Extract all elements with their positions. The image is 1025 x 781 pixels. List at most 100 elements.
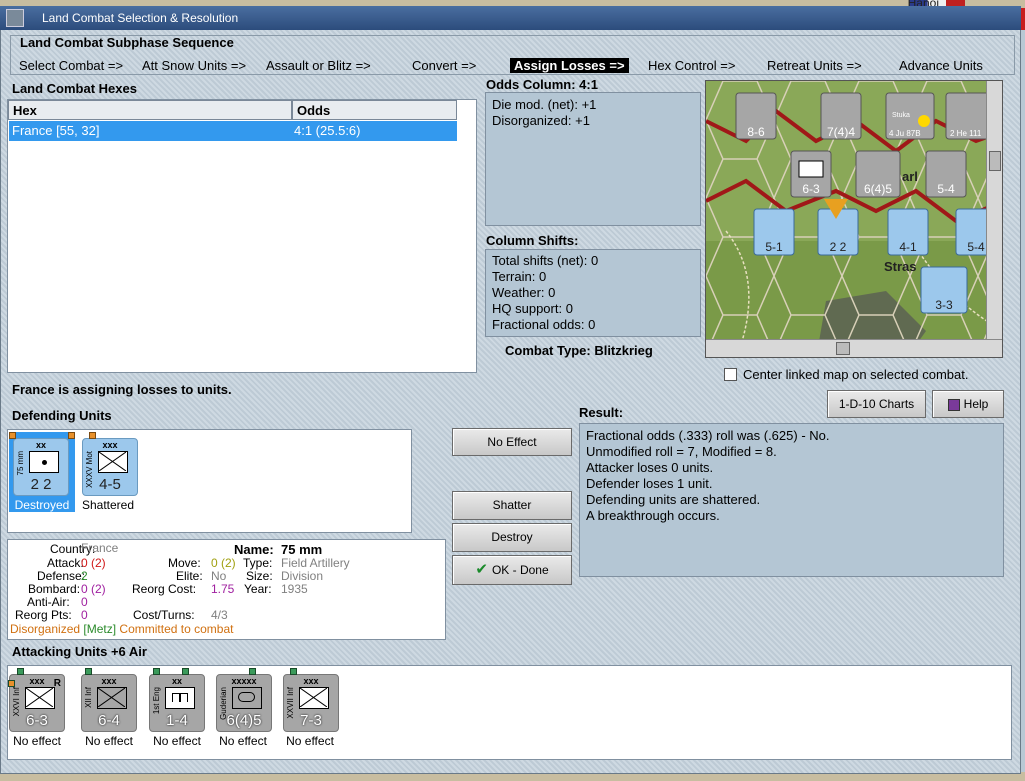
- map-counter[interactable]: 5-4: [925, 150, 967, 198]
- column-header-hex[interactable]: Hex: [8, 100, 292, 120]
- unit-pip-icon: [89, 432, 96, 439]
- shatter-button[interactable]: Shatter: [452, 491, 572, 520]
- attacking-unit-status: No effect: [13, 734, 61, 748]
- map-counter-value: 8-6: [747, 125, 765, 139]
- center-map-checkbox[interactable]: [724, 368, 737, 381]
- help-book-icon: [947, 398, 960, 411]
- unit-pip-icon: [17, 668, 24, 675]
- unit-side-label: 75 mm: [16, 451, 25, 476]
- unit-size: xx: [35, 440, 46, 450]
- attack-value: 0 (2): [81, 556, 106, 570]
- map-counter-value: 6(4)5: [864, 182, 892, 196]
- type-value: Field Artillery: [281, 556, 350, 570]
- map-counter[interactable]: 4-1: [887, 208, 929, 256]
- map-counter-value: 6-3: [802, 182, 820, 196]
- combat-map[interactable]: 8-6 7(4)4 Stuka 4 Ju 87B 2 He 111 6-3 6(…: [705, 80, 1003, 358]
- defending-unit-xxxv-mot[interactable]: xxx XXXV Mot 4-5: [82, 438, 138, 496]
- result-line: A breakthrough occurs.: [586, 508, 720, 523]
- status-disorganized: Disorganized: [10, 622, 81, 636]
- bombard-value: 0 (2): [81, 582, 106, 596]
- reorg-pts-value: 0: [81, 608, 88, 622]
- unit-strength: 1-4: [166, 712, 188, 729]
- attacking-unit-1st-eng[interactable]: xx 1st Eng 1-4: [149, 674, 205, 732]
- artillery-symbol-icon: [29, 451, 59, 473]
- status-message: France is assigning losses to units.: [12, 382, 232, 397]
- window-menu-icon[interactable]: [6, 9, 24, 27]
- attacking-unit-guderian[interactable]: xxxxx Guderian 6(4)5: [216, 674, 272, 732]
- attacking-unit-xxvii-inf[interactable]: xxx XXVII Inf 7-3: [283, 674, 339, 732]
- elite-label: Elite:: [176, 569, 203, 583]
- map-counter[interactable]: 8-6: [735, 92, 777, 140]
- hexes-heading: Land Combat Hexes: [12, 81, 137, 96]
- status-hq: [Metz]: [83, 622, 117, 636]
- step-assign-losses: Assign Losses =>: [510, 58, 629, 73]
- hq-support-line: HQ support: 0: [492, 301, 573, 316]
- infantry-cross-icon: [98, 451, 127, 472]
- motorized-infantry-symbol-icon: [98, 451, 128, 473]
- result-heading: Result:: [579, 405, 624, 420]
- charts-button[interactable]: 1-D-10 Charts: [827, 390, 926, 418]
- year-label: Year:: [244, 582, 272, 596]
- attacking-unit-xii-inf[interactable]: xxx XII Inf 6-4: [81, 674, 137, 732]
- fractional-odds-line: Fractional odds: 0: [492, 317, 596, 332]
- unit-pip-icon: [290, 668, 297, 675]
- no-effect-button[interactable]: No Effect: [452, 428, 572, 456]
- table-row[interactable]: France [55, 32] 4:1 (25.5:6): [9, 121, 457, 141]
- terrain-line: Terrain: 0: [492, 269, 547, 284]
- total-shifts-line: Total shifts (net): 0: [492, 253, 599, 268]
- defending-unit-status: Shattered: [81, 498, 135, 512]
- unit-size: xxx: [101, 676, 117, 686]
- defending-unit-75mm[interactable]: xx 75 mm 2 2: [13, 438, 69, 496]
- map-counter[interactable]: 6-3: [790, 150, 832, 198]
- map-city-label: Stras: [884, 259, 917, 274]
- infantry-cross-icon: [97, 687, 126, 708]
- map-counter-value: 3-3: [935, 298, 953, 312]
- unit-side-label: 1st Eng: [152, 687, 161, 715]
- year-value: 1935: [281, 582, 308, 596]
- odds-panel: Die mod. (net): +1 Disorganized: +1: [485, 92, 701, 226]
- help-button[interactable]: Help: [932, 390, 1004, 418]
- help-label: Help: [963, 397, 989, 411]
- infantry-symbol-icon: [299, 687, 329, 709]
- infantry-symbol-icon: [25, 687, 55, 709]
- map-counter-value: 5-4: [937, 182, 955, 196]
- weather-line: Weather: 0: [492, 285, 556, 300]
- step-att-snow-units: Att Snow Units =>: [142, 58, 247, 73]
- map-counter[interactable]: 3-3: [920, 266, 968, 314]
- unit-strength: 4-5: [99, 476, 121, 493]
- attacking-unit-status: No effect: [153, 734, 201, 748]
- column-header-odds[interactable]: Odds: [292, 100, 457, 120]
- map-horizontal-scrollbar[interactable]: [706, 339, 1002, 357]
- unit-pip-icon: [182, 668, 189, 675]
- map-hscroll-thumb[interactable]: [836, 342, 850, 355]
- map-scroll-thumb[interactable]: [989, 151, 1001, 171]
- defense-value: 2: [81, 569, 88, 583]
- unit-pip-icon: [8, 680, 15, 687]
- map-counter-value: 2 2: [830, 240, 847, 254]
- type-label: Type:: [243, 556, 273, 570]
- unit-strength: 2 2: [30, 476, 52, 493]
- hexes-table[interactable]: Hex Odds France [55, 32] 4:1 (25.5:6): [7, 99, 477, 373]
- attacking-unit-status: No effect: [286, 734, 334, 748]
- unit-strength: 6-4: [98, 712, 120, 729]
- odds-cell: 4:1 (25.5:6): [294, 123, 361, 138]
- result-line: Defending units are shattered.: [586, 492, 761, 507]
- map-counter[interactable]: 5-1: [753, 208, 795, 256]
- unit-size: xxx: [102, 440, 118, 450]
- map-vertical-scrollbar[interactable]: [986, 81, 1002, 341]
- map-counter-value: 7(4)4: [827, 125, 855, 139]
- map-counter[interactable]: 6(4)5: [855, 150, 901, 198]
- title-bar[interactable]: Land Combat Selection & Resolution: [0, 6, 1021, 30]
- map-counter[interactable]: 7(4)4: [820, 92, 862, 140]
- unit-size: xxxxx: [231, 676, 257, 686]
- map-air-counter[interactable]: Stuka 4 Ju 87B: [885, 92, 935, 140]
- unit-size: xx: [171, 676, 182, 686]
- ok-done-button[interactable]: ✔ OK - Done: [452, 555, 572, 585]
- attacking-unit-xxvi-inf[interactable]: xxx R XXVI Inf 6-3: [9, 674, 65, 732]
- result-line: Attacker loses 0 units.: [586, 460, 714, 475]
- step-hex-control: Hex Control =>: [648, 58, 736, 73]
- destroy-button[interactable]: Destroy: [452, 523, 572, 552]
- move-value: 0 (2): [211, 556, 236, 570]
- unit-pip-icon: [153, 668, 160, 675]
- attack-label: Attack:: [47, 556, 84, 570]
